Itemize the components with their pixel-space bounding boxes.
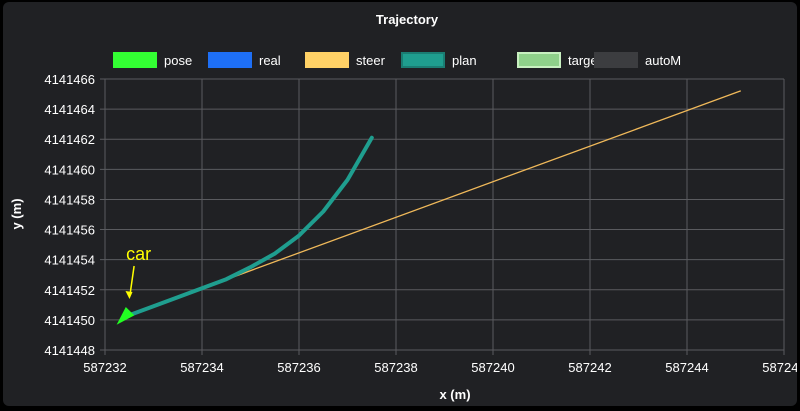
legend-item-plan[interactable]: plan	[401, 52, 477, 68]
y-tick-label: 4141450	[44, 313, 95, 328]
legend-label: autoM	[645, 53, 681, 68]
legend[interactable]: pose real steer plan targe autoM	[113, 52, 681, 68]
annotation-arrow-head	[125, 291, 133, 299]
y-tick-label: 4141466	[44, 72, 95, 87]
y-tick-label: 4141448	[44, 343, 95, 358]
legend-item-autoM[interactable]: autoM	[594, 52, 681, 68]
series-layer	[122, 90, 741, 319]
legend-item-real[interactable]: real	[208, 52, 281, 68]
pose-marker	[116, 307, 135, 325]
x-tick-label: 587238	[374, 360, 417, 375]
legend-swatch	[594, 52, 638, 68]
x-axis-label: x (m)	[439, 387, 470, 402]
x-tick-label: 587246	[762, 360, 797, 375]
x-tick-labels: 587232 587234 587236 587238 587240 587242 5872…	[83, 360, 800, 375]
y-axis-label: y (m)	[9, 198, 24, 229]
y-tick-label: 4141452	[44, 283, 95, 298]
chart-title: Trajectory	[376, 12, 439, 27]
legend-swatch	[113, 52, 157, 68]
y-tick-label: 4141456	[44, 223, 95, 238]
legend-label: pose	[164, 53, 192, 68]
x-tick-label: 587236	[277, 360, 320, 375]
legend-label: targe	[568, 53, 598, 68]
legend-swatch	[517, 52, 561, 68]
y-tick-label: 4141464	[44, 102, 95, 117]
legend-label: real	[259, 53, 281, 68]
legend-label: steer	[356, 53, 386, 68]
legend-swatch	[208, 52, 252, 68]
annotation-label: car	[126, 244, 151, 264]
x-tick-label: 587244	[665, 360, 708, 375]
legend-item-targe[interactable]: targe	[517, 52, 598, 68]
chart-panel: car 587232 587234 587236 587238 587240 587242…	[3, 2, 800, 406]
legend-swatch	[401, 52, 445, 68]
y-tick-label: 4141458	[44, 192, 95, 207]
x-tick-label: 587240	[471, 360, 514, 375]
trajectory-chart: car 587232 587234 587236 587238 587240 587242…	[9, 12, 800, 402]
y-tick-label: 4141460	[44, 162, 95, 177]
legend-item-steer[interactable]: steer	[305, 52, 386, 68]
legend-item-pose[interactable]: pose	[113, 52, 192, 68]
x-tick-label: 587232	[83, 360, 126, 375]
legend-swatch	[305, 52, 349, 68]
x-tick-label: 587234	[180, 360, 223, 375]
y-tick-label: 4141454	[44, 253, 95, 268]
grid	[100, 78, 785, 355]
legend-label: plan	[452, 53, 477, 68]
x-tick-label: 587242	[568, 360, 611, 375]
y-tick-labels: 4141448 4141450 4141452 4141454 4141456 41414…	[44, 72, 95, 358]
y-tick-label: 4141462	[44, 132, 95, 147]
